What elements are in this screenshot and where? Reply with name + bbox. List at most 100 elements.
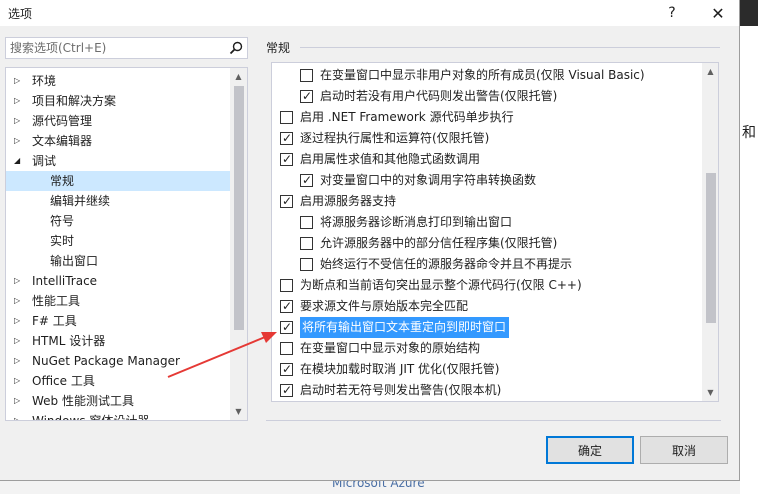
- option-checkbox[interactable]: ✓: [280, 152, 293, 166]
- tree-item[interactable]: ▷ 性能工具: [6, 291, 230, 311]
- option-checkbox[interactable]: ✓: [300, 89, 313, 103]
- collapsed-arrow-icon[interactable]: ▷: [14, 111, 24, 131]
- collapsed-arrow-icon[interactable]: ▷: [14, 271, 24, 291]
- title-bar: 选项 ? ✕: [0, 0, 739, 26]
- tree-item[interactable]: 编辑并继续: [6, 191, 230, 211]
- scroll-down-arrow-icon[interactable]: ▼: [233, 406, 244, 417]
- option-checkbox[interactable]: [300, 216, 313, 229]
- dialog-title: 选项: [8, 7, 33, 21]
- option-checkbox[interactable]: [300, 258, 313, 271]
- tree-item-label: Web 性能测试工具: [32, 394, 134, 408]
- background-window: 和: [740, 0, 758, 494]
- tree-item[interactable]: ▷ 源代码管理: [6, 111, 230, 131]
- option-label: 启用源服务器支持: [300, 194, 397, 208]
- tree-item[interactable]: ▷ IntelliTrace: [6, 271, 230, 291]
- tree-scrollbar[interactable]: ▲ ▼: [230, 68, 247, 420]
- tree-item-label: HTML 设计器: [32, 334, 106, 348]
- options-dialog: 选项 ? ✕ ▷ Windows 窗体设计器 ▷ Web 性能测试工具 ▷ Office …: [0, 0, 740, 481]
- tree-item[interactable]: ▷ Windows 窗体设计器: [6, 411, 230, 420]
- tree-item-label: 源代码管理: [32, 114, 93, 128]
- help-button[interactable]: ?: [652, 0, 692, 26]
- bottom-divider: [266, 420, 721, 421]
- option-label: 在变量窗口中显示非用户对象的所有成员(仅限 Visual Basic): [320, 68, 645, 82]
- option-label: 将源服务器诊断消息打印到输出窗口: [320, 215, 513, 229]
- option-checkbox[interactable]: [280, 279, 293, 292]
- collapsed-arrow-icon[interactable]: ▷: [14, 131, 24, 151]
- collapsed-arrow-icon[interactable]: ▷: [14, 391, 24, 411]
- scroll-up-arrow-icon[interactable]: ▲: [233, 71, 244, 82]
- option-checkbox[interactable]: ✓: [300, 173, 313, 187]
- tree-item[interactable]: ▷ F# 工具: [6, 311, 230, 331]
- option-label: 启用属性求值和其他隐式函数调用: [300, 152, 481, 166]
- tree-item[interactable]: ▷ Web 性能测试工具: [6, 391, 230, 411]
- collapsed-arrow-icon[interactable]: ▷: [14, 331, 24, 351]
- tree-item-label: Office 工具: [32, 374, 95, 388]
- tree-item-label: 调试: [32, 154, 57, 168]
- option-checkbox[interactable]: ✓: [280, 194, 293, 208]
- tree-item[interactable]: ▷ 文本编辑器: [6, 131, 230, 151]
- scroll-up-arrow-icon[interactable]: ▲: [705, 66, 716, 77]
- option-checkbox[interactable]: [280, 342, 293, 355]
- options-scrollbar[interactable]: ▲ ▼: [702, 63, 718, 401]
- close-button[interactable]: ✕: [698, 0, 738, 26]
- collapsed-arrow-icon[interactable]: ▷: [14, 291, 24, 311]
- collapsed-arrow-icon[interactable]: ▷: [14, 411, 24, 420]
- tree-item[interactable]: 输出窗口: [6, 251, 230, 271]
- checkmark-icon: ✓: [282, 131, 293, 145]
- tree-item[interactable]: ▷ HTML 设计器: [6, 331, 230, 351]
- option-checkbox[interactable]: [280, 111, 293, 124]
- tree-scroll-thumb[interactable]: [234, 86, 244, 330]
- option-label: 要求源文件与原始版本完全匹配: [300, 299, 469, 313]
- section-title: 常规: [266, 41, 291, 55]
- tree-item-label: 编辑并继续: [50, 194, 111, 208]
- collapsed-arrow-icon[interactable]: ▷: [14, 371, 24, 391]
- background-text-fragment: 和: [742, 125, 756, 141]
- tree-item[interactable]: ▷ NuGet Package Manager: [6, 351, 230, 371]
- checkmark-icon: ✓: [282, 152, 293, 166]
- expanded-arrow-icon[interactable]: ◢: [14, 151, 24, 171]
- section-divider: [300, 47, 720, 48]
- collapsed-arrow-icon[interactable]: ▷: [14, 311, 24, 331]
- option-label: 始终运行不受信任的源服务器命令并且不再提示: [320, 257, 573, 271]
- option-label: 启动时若没有用户代码则发出警告(仅限托管): [320, 89, 558, 103]
- tree-item-label: IntelliTrace: [32, 274, 98, 288]
- options-tree: ▷ Windows 窗体设计器 ▷ Web 性能测试工具 ▷ Office 工具 ▷ NuGe…: [5, 67, 248, 421]
- tree-item[interactable]: ◢ 调试: [6, 151, 230, 171]
- tree-item[interactable]: ▷ Office 工具: [6, 371, 230, 391]
- checkmark-icon: ✓: [302, 89, 313, 103]
- option-checkbox[interactable]: [300, 69, 313, 82]
- option-checkbox[interactable]: ✓: [280, 131, 293, 145]
- option-label: 在变量窗口中显示对象的原始结构: [300, 341, 481, 355]
- collapsed-arrow-icon[interactable]: ▷: [14, 71, 24, 91]
- collapsed-arrow-icon[interactable]: ▷: [14, 91, 24, 111]
- options-scroll-thumb[interactable]: [706, 173, 716, 323]
- ok-button[interactable]: 确定: [546, 436, 634, 464]
- tree-item-label: 性能工具: [32, 294, 81, 308]
- checkmark-icon: ✓: [282, 320, 293, 334]
- collapsed-arrow-icon[interactable]: ▷: [14, 351, 24, 371]
- option-checkbox[interactable]: ✓: [280, 362, 293, 376]
- option-label: 将所有输出窗口文本重定向到即时窗口: [300, 317, 510, 338]
- search-input[interactable]: [6, 38, 226, 58]
- option-label: 对变量窗口中的对象调用字符串转换函数: [320, 173, 537, 187]
- option-checkbox[interactable]: ✓: [280, 383, 293, 397]
- options-list: ✓ 启动时若无符号则发出警告(仅限本机) ✓ 在模块加载时取消 JIT 优化(仅限托管…: [271, 62, 719, 402]
- tree-item-label: 输出窗口: [50, 254, 99, 268]
- checkmark-icon: ✓: [282, 383, 293, 397]
- tree-item[interactable]: ▷ 项目和解决方案: [6, 91, 230, 111]
- tree-item-label: 符号: [50, 214, 75, 228]
- scroll-down-arrow-icon[interactable]: ▼: [705, 387, 716, 398]
- tree-item[interactable]: 符号: [6, 211, 230, 231]
- tree-item[interactable]: ▷ 环境: [6, 71, 230, 91]
- cancel-button[interactable]: 取消: [640, 436, 728, 464]
- option-label: 在模块加载时取消 JIT 优化(仅限托管): [300, 362, 500, 376]
- tree-item-label: 实时: [50, 234, 75, 248]
- tree-item[interactable]: 实时: [6, 231, 230, 251]
- option-checkbox[interactable]: ✓: [280, 320, 293, 334]
- option-checkbox[interactable]: [300, 237, 313, 250]
- option-checkbox[interactable]: ✓: [280, 299, 293, 313]
- option-label: 启动时若无符号则发出警告(仅限本机): [300, 383, 502, 397]
- tree-item[interactable]: 常规: [6, 171, 230, 191]
- checkmark-icon: ✓: [282, 194, 293, 208]
- search-icon[interactable]: [229, 41, 243, 55]
